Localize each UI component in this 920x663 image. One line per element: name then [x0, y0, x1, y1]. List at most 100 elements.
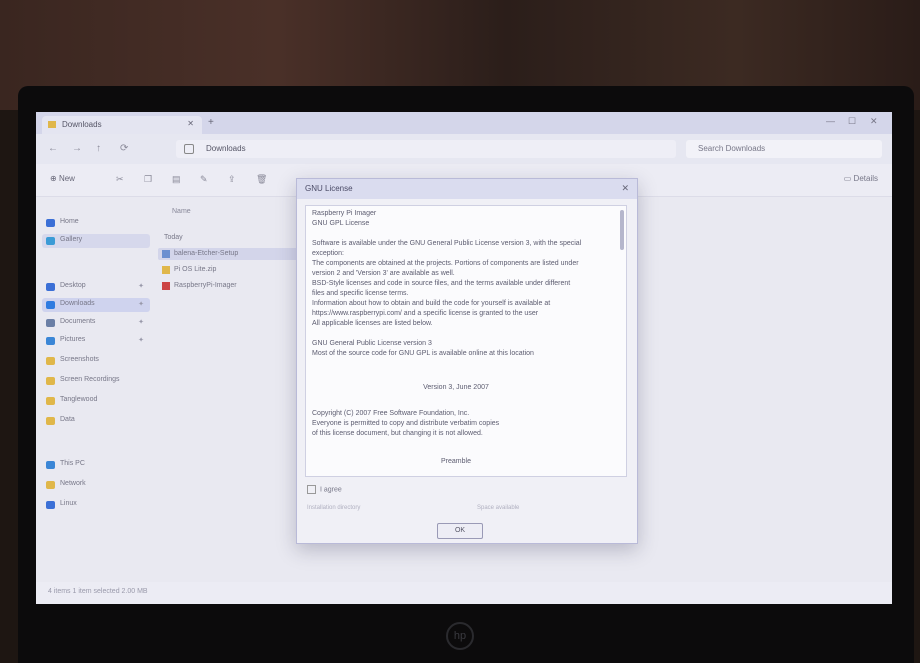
sidebar-item-label: Home	[60, 218, 79, 225]
folder-icon	[46, 397, 55, 405]
document-icon	[46, 319, 55, 327]
sidebar-item-label: Data	[60, 416, 75, 423]
pin-icon: ✦	[138, 301, 144, 308]
ok-button[interactable]: OK	[437, 523, 483, 539]
scrollbar[interactable]	[620, 210, 624, 250]
folder-icon	[46, 417, 55, 425]
sidebar-item-downloads[interactable]: Downloads ✦	[42, 298, 150, 312]
folder-icon	[48, 121, 56, 128]
sidebar-item-screen-recordings[interactable]: Screen Recordings	[42, 374, 150, 388]
list-item[interactable]: balena-Etcher-Setup	[158, 248, 308, 260]
folder-icon	[46, 357, 55, 365]
license-line: version 2 and 'Version 3' are available …	[312, 270, 455, 277]
back-icon[interactable]: ←	[48, 143, 58, 154]
linux-icon	[46, 501, 55, 509]
pin-icon: ✦	[138, 283, 144, 290]
sidebar-item-gallery[interactable]: Gallery	[42, 234, 150, 248]
checkbox-icon	[307, 485, 316, 494]
pc-icon	[46, 461, 55, 469]
share-icon[interactable]: ⇪	[228, 174, 236, 185]
search-input[interactable]: Search Downloads	[686, 140, 882, 158]
tab-label: Downloads	[62, 120, 102, 129]
paste-icon[interactable]: ▤	[172, 174, 181, 185]
close-icon[interactable]: ✕	[621, 183, 629, 194]
sidebar-item-desktop[interactable]: Desktop ✦	[42, 280, 150, 294]
desktop-icon	[46, 283, 55, 291]
sidebar-item-label: This PC	[60, 460, 85, 467]
window-titlebar: Downloads ✕ + — ☐ ✕	[36, 112, 892, 134]
license-line: All applicable licenses are listed below…	[312, 320, 433, 327]
up-icon[interactable]: ↑	[96, 143, 101, 154]
group-label: Today	[164, 234, 183, 241]
license-line: https://www.raspberrypi.com/ and a speci…	[312, 310, 539, 317]
sidebar-item-tanglewood[interactable]: Tanglewood	[42, 394, 150, 408]
download-icon	[46, 301, 55, 309]
sidebar-item-label: Tanglewood	[60, 396, 98, 403]
navigation-pane: Home Gallery Desktop ✦ Downloads ✦ Docum…	[36, 196, 154, 576]
license-line: The components are obtained at the proje…	[312, 260, 579, 267]
new-tab-icon[interactable]: +	[208, 117, 214, 128]
license-line: Most of the source code for GNU GPL is a…	[312, 350, 534, 357]
file-list: Name Today balena-Etcher-Setup Pi OS Lit…	[154, 196, 314, 576]
sidebar-item-this-pc[interactable]: This PC	[42, 458, 150, 472]
footer-right-text: Space available	[477, 505, 520, 511]
rename-icon[interactable]: ✎	[200, 174, 208, 185]
tab-downloads[interactable]: Downloads ✕	[42, 116, 202, 134]
license-line: Software is available under the GNU Gene…	[312, 240, 582, 247]
sidebar-item-pictures[interactable]: Pictures ✦	[42, 334, 150, 348]
license-line: Raspberry Pi Imager	[312, 210, 377, 217]
pin-icon: ✦	[138, 319, 144, 326]
agree-label: I agree	[320, 486, 342, 494]
sidebar-item-screenshots[interactable]: Screenshots	[42, 354, 150, 368]
license-version: Version 3, June 2007	[423, 384, 489, 391]
dialog-footer: I agree Installation directory Space ava…	[297, 479, 637, 543]
sidebar-item-network[interactable]: Network	[42, 478, 150, 492]
sidebar-item-label: Network	[60, 480, 86, 487]
license-text-area[interactable]: Raspberry Pi Imager GNU GPL License Soft…	[305, 205, 627, 477]
list-group-header: Today	[158, 232, 308, 244]
license-line: Information about how to obtain and buil…	[312, 300, 551, 307]
sidebar-item-home[interactable]: Home	[42, 216, 150, 230]
dialog-titlebar: GNU License ✕	[297, 179, 637, 199]
sidebar-item-label: Linux	[60, 500, 77, 507]
sidebar-item-documents[interactable]: Documents ✦	[42, 316, 150, 330]
delete-icon[interactable]: 🗑	[256, 174, 267, 185]
new-button[interactable]: ⊕ New	[50, 174, 75, 183]
installer-icon	[162, 250, 170, 258]
maximize-icon[interactable]: ☐	[848, 116, 856, 127]
window-close-icon[interactable]: ✕	[870, 116, 878, 127]
sidebar-item-label: Downloads	[60, 300, 95, 307]
forward-icon[interactable]: →	[72, 143, 82, 154]
column-header-name[interactable]: Name	[172, 208, 191, 215]
sidebar-item-linux[interactable]: Linux	[42, 498, 150, 512]
license-line: files and specific license terms.	[312, 290, 409, 297]
agree-checkbox[interactable]: I agree	[307, 485, 342, 494]
sidebar-item-label: Screen Recordings	[60, 376, 120, 383]
search-placeholder: Search Downloads	[698, 144, 766, 153]
sidebar-item-data[interactable]: Data	[42, 414, 150, 428]
cut-icon[interactable]: ✂	[116, 174, 124, 185]
status-bar: 4 items 1 item selected 2.00 MB	[36, 582, 892, 604]
folder-icon	[46, 377, 55, 385]
list-item[interactable]: Pi OS Lite.zip	[158, 264, 308, 276]
copy-icon[interactable]: ❐	[144, 174, 152, 185]
zip-icon	[162, 266, 170, 274]
breadcrumb[interactable]: Downloads	[176, 140, 676, 158]
details-button[interactable]: ▭ Details	[844, 174, 878, 183]
sidebar-item-label: Desktop	[60, 282, 86, 289]
list-item[interactable]: RaspberryPi-Imager	[158, 280, 308, 292]
minimize-icon[interactable]: —	[826, 116, 835, 126]
license-dialog: GNU License ✕ Raspberry Pi Imager GNU GP…	[296, 178, 638, 544]
network-icon	[46, 481, 55, 489]
file-name: Pi OS Lite.zip	[174, 266, 217, 273]
license-line: exception:	[312, 250, 344, 257]
license-preamble: Preamble	[441, 458, 471, 465]
gallery-icon	[46, 237, 55, 245]
new-label: New	[58, 174, 75, 183]
license-line: GNU GPL License	[312, 220, 370, 227]
screen: Downloads ✕ + — ☐ ✕ ← → ↑ ⟳ Downloads Se…	[36, 112, 892, 604]
license-line: GNU General Public License version 3	[312, 340, 432, 347]
refresh-icon[interactable]: ⟳	[120, 143, 128, 154]
close-icon[interactable]: ✕	[187, 119, 194, 128]
file-name: RaspberryPi-Imager	[174, 282, 237, 289]
